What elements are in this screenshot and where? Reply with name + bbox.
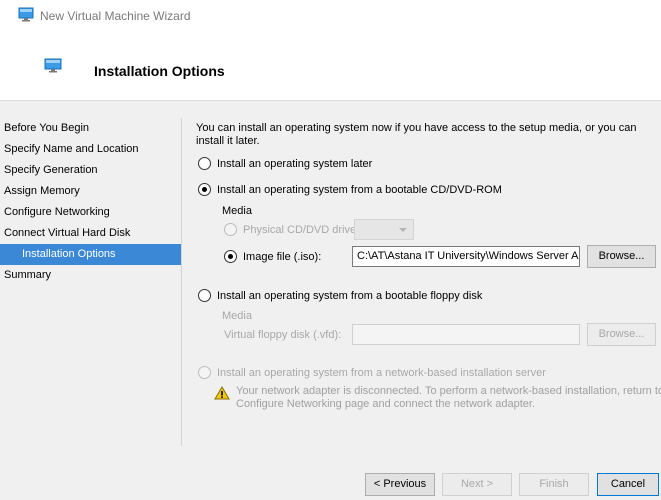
floppy-media-group-label: Media [222,310,252,322]
nav-item-specify-name-location[interactable]: Specify Name and Location [0,139,182,160]
option-physical-drive[interactable]: Physical CD/DVD drive: [224,223,359,236]
option-install-network[interactable]: Install an operating system from a netwo… [198,366,546,379]
sidebar-divider [181,118,182,446]
network-warning-line-2: Configure Networking page and connect th… [236,398,536,410]
vfd-browse-button[interactable]: Browse... [587,323,656,346]
cd-media-group-label: Media [222,205,252,217]
next-button[interactable]: Next > [442,473,512,496]
image-file-label: Image file (.iso): [243,250,322,263]
install-later-label: Install an operating system later [217,157,373,170]
chevron-down-icon [399,228,407,232]
option-image-file[interactable]: Image file (.iso): [224,250,321,263]
install-cd-dvd-radio[interactable] [198,183,211,196]
vfd-label: Virtual floppy disk (.vfd): [224,329,342,341]
previous-button[interactable]: < Previous [365,473,435,496]
nav-item-connect-virtual-hard-disk[interactable]: Connect Virtual Hard Disk [0,223,182,244]
cancel-button[interactable]: Cancel [597,473,659,496]
network-warning-text: Your network adapter is disconnected. To… [236,385,661,411]
wizard-steps-nav: Before You Begin Specify Name and Locati… [0,118,182,286]
image-file-path-input[interactable]: C:\AT\Astana IT University\Windows Serve… [352,246,580,267]
installation-options-panel: You can install an operating system now … [196,122,658,148]
option-install-floppy[interactable]: Install an operating system from a boota… [198,289,482,302]
option-install-cd-dvd[interactable]: Install an operating system from a boota… [198,183,502,196]
monitor-icon [44,58,62,73]
physical-drive-label: Physical CD/DVD drive: [243,223,360,236]
finish-button[interactable]: Finish [519,473,589,496]
physical-drive-select[interactable] [354,219,414,240]
image-file-browse-button[interactable]: Browse... [587,245,656,268]
install-network-label: Install an operating system from a netwo… [217,366,546,379]
nav-item-assign-memory[interactable]: Assign Memory [0,181,182,202]
nav-item-specify-generation[interactable]: Specify Generation [0,160,182,181]
install-floppy-label: Install an operating system from a boota… [217,289,483,302]
image-file-radio[interactable] [224,250,237,263]
option-install-later[interactable]: Install an operating system later [198,157,372,170]
nav-item-installation-options[interactable]: Installation Options [0,244,182,265]
nav-item-configure-networking[interactable]: Configure Networking [0,202,182,223]
vfd-path-input[interactable] [352,324,580,345]
install-network-radio[interactable] [198,366,211,379]
intro-text: You can install an operating system now … [196,122,637,147]
install-later-radio[interactable] [198,157,211,170]
title-bar: New Virtual Machine Wizard [0,0,661,30]
monitor-icon [18,7,34,22]
physical-drive-radio[interactable] [224,223,237,236]
warning-icon [214,386,230,400]
network-warning-line-1: Your network adapter is disconnected. To… [236,385,661,397]
install-floppy-radio[interactable] [198,289,211,302]
wizard-header: Installation Options [0,30,661,100]
nav-item-before-you-begin[interactable]: Before You Begin [0,118,182,139]
window-title: New Virtual Machine Wizard [40,9,191,23]
nav-item-summary[interactable]: Summary [0,265,182,286]
header-divider [0,100,661,101]
install-cd-dvd-label: Install an operating system from a boota… [217,183,502,196]
page-title: Installation Options [94,63,225,79]
